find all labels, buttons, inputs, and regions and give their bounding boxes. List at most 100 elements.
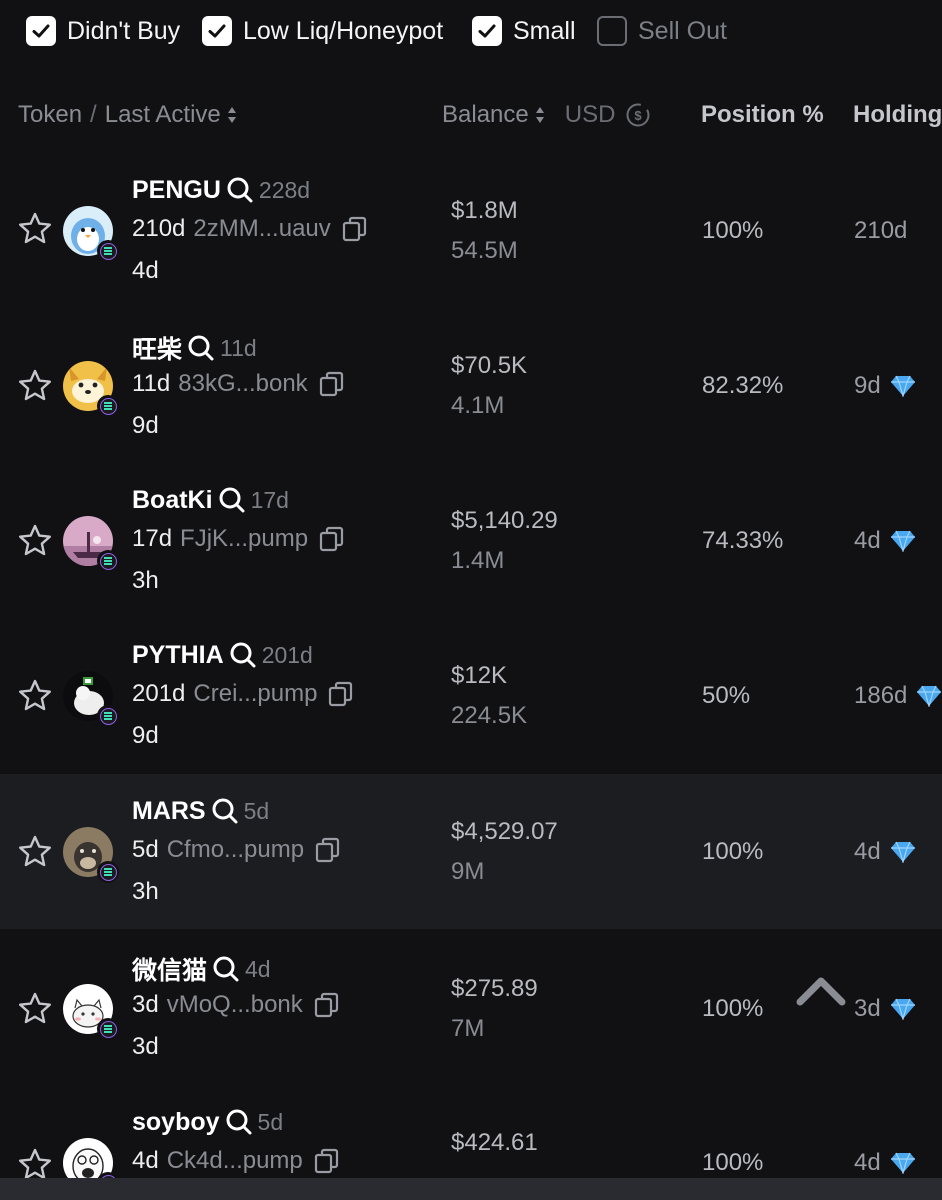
copy-icon[interactable] — [327, 680, 355, 708]
diamond-icon — [890, 375, 915, 397]
header-balance-label: Balance — [442, 101, 529, 128]
filter-low-liq-honeypot[interactable]: Low Liq/Honeypot — [202, 14, 443, 48]
token-name[interactable]: 微信猫 — [132, 951, 207, 987]
token-name[interactable]: PYTHIA — [132, 641, 224, 670]
token-name[interactable]: soyboy — [132, 1108, 220, 1137]
star-icon[interactable] — [17, 211, 53, 247]
balance-usd: $4,529.07 — [451, 818, 558, 845]
copy-icon[interactable] — [318, 525, 346, 553]
solana-chain-icon — [97, 395, 119, 417]
token-address[interactable]: Crei...pump — [193, 680, 317, 708]
token-address[interactable]: FJjK...pump — [180, 525, 308, 553]
checkbox-checked-icon[interactable] — [26, 16, 56, 46]
search-icon[interactable] — [224, 1107, 254, 1137]
star-icon[interactable] — [17, 1147, 53, 1178]
star-icon[interactable] — [17, 368, 53, 404]
copy-icon[interactable] — [313, 1147, 341, 1175]
checkbox-unchecked-icon[interactable] — [597, 16, 627, 46]
star-icon[interactable] — [17, 834, 53, 870]
last-active: 4d — [132, 257, 159, 284]
solana-chain-icon — [97, 705, 119, 727]
header-last-active: Last Active — [104, 101, 221, 128]
table-row[interactable]: PYTHIA 201d 201d Crei...pump 9d $12K 224… — [0, 618, 942, 773]
sort-icon[interactable] — [535, 105, 545, 125]
first-active: 3d — [132, 991, 159, 1018]
header-usd-label[interactable]: USD — [565, 101, 616, 129]
token-age: 228d — [258, 176, 311, 203]
header-token-last-active[interactable]: Token / Last Active — [18, 96, 237, 134]
balance-usd: $12K — [451, 662, 508, 689]
header-balance[interactable]: Balance USD $ — [442, 96, 651, 134]
balance-amount: 9M — [451, 858, 485, 885]
checkbox-checked-icon[interactable] — [202, 16, 232, 46]
last-active: 9d — [132, 722, 159, 749]
search-icon[interactable] — [211, 954, 241, 984]
table-row[interactable]: 旺柴 11d 11d 83kG...bonk 9d $70.5K 4.1M 82… — [0, 308, 942, 463]
star-icon[interactable] — [17, 523, 53, 559]
token-address-line: 201d Crei...pump — [132, 680, 355, 708]
table-row[interactable]: BoatKi 17d 17d FJjK...pump 3h $5,140.29 … — [0, 463, 942, 618]
header-position[interactable]: Position % — [701, 96, 824, 134]
token-age: 11d — [220, 334, 257, 361]
header-holding[interactable]: Holding — [853, 96, 942, 134]
scroll-to-top-icon[interactable] — [794, 972, 848, 1008]
svg-text:$: $ — [635, 108, 643, 123]
token-address[interactable]: Cfmo...pump — [167, 836, 304, 864]
filter-label: Small — [513, 16, 576, 45]
last-active: 3h — [132, 878, 159, 905]
token-age: 201d — [261, 641, 313, 668]
last-active: 3d — [132, 1033, 159, 1060]
filter-didnt-buy[interactable]: Didn't Buy — [26, 14, 180, 48]
token-name[interactable]: BoatKi — [132, 486, 213, 515]
balance-amount: 1.4M — [451, 547, 505, 574]
star-icon[interactable] — [17, 678, 53, 714]
filter-small[interactable]: Small — [472, 14, 576, 48]
filter-sell-out[interactable]: Sell Out — [597, 14, 727, 48]
filter-bar: Didn't Buy Low Liq/Honeypot Small Sell O… — [0, 0, 942, 62]
position-percent: 50% — [702, 682, 751, 709]
position-percent: 100% — [702, 217, 764, 244]
checkbox-checked-icon[interactable] — [472, 16, 502, 46]
search-icon[interactable] — [210, 796, 240, 826]
token-address[interactable]: 2zMM...uauv — [193, 215, 330, 243]
token-address-line: 210d 2zMM...uauv — [132, 215, 369, 243]
diamond-icon — [890, 1152, 915, 1174]
copy-icon[interactable] — [314, 836, 342, 864]
token-name[interactable]: PENGU — [132, 176, 221, 205]
token-avatar — [63, 516, 119, 572]
balance-usd: $70.5K — [451, 352, 528, 379]
token-age: 5d — [257, 1108, 284, 1135]
table-row[interactable]: MARS 5d 5d Cfmo...pump 3h $4,529.07 9M 1… — [0, 774, 942, 929]
solana-chain-icon — [97, 861, 119, 883]
token-address[interactable]: 83kG...bonk — [178, 370, 307, 398]
token-name-line: BoatKi 17d — [132, 485, 289, 515]
balance-usd: $275.89 — [451, 975, 538, 1002]
token-address[interactable]: vMoQ...bonk — [167, 991, 303, 1019]
search-icon[interactable] — [186, 333, 216, 363]
sort-icon[interactable] — [227, 105, 237, 125]
copy-icon[interactable] — [341, 215, 369, 243]
first-active: 17d — [132, 525, 173, 552]
solana-chain-icon — [97, 1018, 119, 1040]
token-address-line: 11d 83kG...bonk — [132, 370, 346, 398]
search-icon[interactable] — [228, 640, 258, 670]
token-avatar — [63, 671, 119, 727]
search-icon[interactable] — [225, 175, 255, 205]
copy-icon[interactable] — [313, 991, 341, 1019]
table-row[interactable]: soyboy 5d 4d Ck4d...pump $424.61 100% 4d — [0, 1085, 942, 1178]
token-name[interactable]: MARS — [132, 797, 206, 826]
copy-icon[interactable] — [318, 370, 346, 398]
diamond-icon — [890, 998, 915, 1020]
last-active: 3h — [132, 567, 159, 594]
holding-value: 4d — [854, 838, 881, 865]
star-icon[interactable] — [17, 991, 53, 1027]
solana-chain-icon — [97, 240, 119, 262]
holding-duration: 186d — [854, 682, 942, 710]
currency-switch-icon[interactable]: $ — [625, 102, 651, 128]
table-row[interactable]: PENGU 228d 210d 2zMM...uauv 4d $1.8M 54.… — [0, 153, 942, 308]
token-age: 5d — [243, 797, 270, 824]
token-address[interactable]: Ck4d...pump — [167, 1147, 303, 1175]
first-active: 5d — [132, 836, 159, 863]
search-icon[interactable] — [217, 485, 247, 515]
token-name[interactable]: 旺柴 — [132, 330, 182, 366]
